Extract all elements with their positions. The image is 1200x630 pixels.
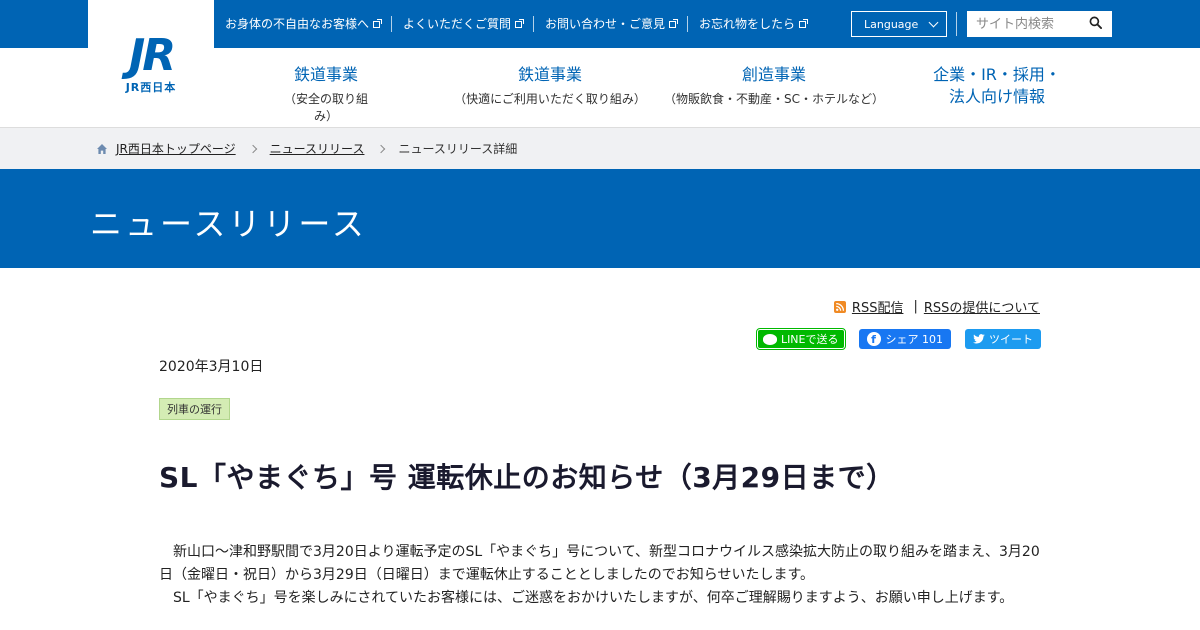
utility-link-label: よくいただくご質問 bbox=[403, 17, 512, 31]
site-search bbox=[967, 11, 1112, 37]
utility-link-faq[interactable]: よくいただくご質問 bbox=[392, 16, 535, 32]
external-link-icon bbox=[373, 18, 383, 28]
article-body: 新山口～津和野駅間で3月20日より運転予定のSL「やまぐち」号について、新型コロ… bbox=[159, 541, 1041, 610]
twitter-icon bbox=[973, 334, 985, 344]
article-title: SL「やまぐち」号 運転休止のお知らせ（3月29日まで） bbox=[159, 461, 895, 494]
utility-link-contact[interactable]: お問い合わせ・ご意見 bbox=[534, 16, 689, 32]
main-nav: 鉄道事業 （安全の取り組み） 鉄道事業 （快適にご利用いただく取り組み） 創造事… bbox=[214, 48, 1200, 128]
chevron-right-icon bbox=[248, 144, 257, 153]
category-tag: 列車の運行 bbox=[159, 398, 230, 420]
logo-subtext: JR西日本 bbox=[125, 80, 177, 94]
site-logo[interactable]: JR JR西日本 bbox=[88, 0, 214, 128]
external-link-icon bbox=[669, 18, 679, 28]
nav-subtitle: （安全の取り組み） bbox=[283, 92, 368, 123]
breadcrumb-news-link[interactable]: ニュースリリース bbox=[270, 140, 365, 157]
rss-icon bbox=[833, 300, 846, 313]
twitter-share-button[interactable]: ツイート bbox=[965, 329, 1041, 349]
nav-title: 鉄道事業 bbox=[517, 65, 582, 84]
breadcrumb: JR西日本トップページ ニュースリリース ニュースリリース詳細 bbox=[0, 128, 1200, 169]
line-share-label: LINEで送る bbox=[780, 333, 839, 346]
article-date: 2020年3月10日 bbox=[159, 359, 264, 375]
rss-separator: | bbox=[913, 299, 918, 314]
nav-item-railway-comfort[interactable]: 鉄道事業 （快適にご利用いただく取り組み） bbox=[450, 64, 650, 107]
language-select[interactable]: Language bbox=[851, 11, 947, 37]
utility-link-label: お忘れ物をしたら bbox=[699, 17, 796, 31]
utility-link-label: お問い合わせ・ご意見 bbox=[545, 17, 666, 31]
divider bbox=[956, 12, 957, 36]
twitter-share-label: ツイート bbox=[989, 333, 1033, 346]
share-buttons: LINEで送る f シェア 101 ツイート bbox=[743, 328, 1041, 350]
nav-subtitle: （物販飲食・不動産・SC・ホテルなど） bbox=[664, 92, 884, 106]
nav-title-line2: 法人向け情報 bbox=[948, 87, 1045, 106]
nav-subtitle: （快適にご利用いただく取り組み） bbox=[454, 92, 646, 106]
breadcrumb-home-link[interactable]: JR西日本トップページ bbox=[116, 140, 236, 157]
utility-link-label: お身体の不自由なお客様へ bbox=[225, 17, 370, 31]
breadcrumb-current: ニュースリリース詳細 bbox=[398, 142, 518, 156]
chevron-right-icon bbox=[377, 144, 386, 153]
external-link-icon bbox=[515, 18, 525, 28]
nav-title: 企業・IR・採用・ bbox=[933, 65, 1061, 84]
nav-item-creative-business[interactable]: 創造事業 （物販飲食・不動産・SC・ホテルなど） bbox=[660, 64, 888, 107]
utility-link-lost-items[interactable]: お忘れ物をしたら bbox=[688, 16, 817, 32]
search-icon[interactable] bbox=[1089, 16, 1102, 29]
nav-item-corporate[interactable]: 企業・IR・採用・ 法人向け情報 bbox=[922, 64, 1072, 108]
chevron-down-icon bbox=[928, 17, 939, 28]
facebook-share-button[interactable]: f シェア 101 bbox=[858, 329, 951, 349]
logo-mark: JR bbox=[128, 29, 176, 81]
page-hero: ニュースリリース bbox=[0, 169, 1200, 268]
rss-feed-link[interactable]: RSS配信 bbox=[852, 297, 904, 316]
home-icon bbox=[97, 143, 107, 154]
nav-item-railway-safety[interactable]: 鉄道事業 （安全の取り組み） bbox=[276, 64, 376, 124]
facebook-icon: f bbox=[866, 332, 881, 346]
utility-links: お身体の不自由なお客様へ よくいただくご質問 お問い合わせ・ご意見 お忘れ物をし… bbox=[214, 0, 817, 48]
rss-about-link[interactable]: RSSの提供について bbox=[924, 297, 1040, 316]
article-paragraph: 新山口～津和野駅間で3月20日より運転予定のSL「やまぐち」号について、新型コロ… bbox=[159, 544, 1040, 583]
nav-title: 鉄道事業 bbox=[293, 65, 358, 84]
search-input[interactable] bbox=[967, 12, 1079, 36]
rss-links: RSS配信 | RSSの提供について bbox=[833, 297, 1040, 316]
utility-link-accessibility[interactable]: お身体の不自由なお客様へ bbox=[214, 16, 393, 32]
line-icon bbox=[762, 333, 777, 345]
page-title: ニュースリリース bbox=[90, 205, 367, 243]
external-link-icon bbox=[799, 18, 809, 28]
article-paragraph: SL「やまぐち」号を楽しみにされていたお客様には、ご迷惑をおかけいたしますが、何… bbox=[173, 590, 1014, 606]
nav-title: 創造事業 bbox=[741, 65, 806, 84]
line-share-button[interactable]: LINEで送る bbox=[755, 328, 846, 350]
facebook-share-label: シェア 101 bbox=[885, 333, 944, 346]
language-label: Language bbox=[864, 17, 919, 31]
